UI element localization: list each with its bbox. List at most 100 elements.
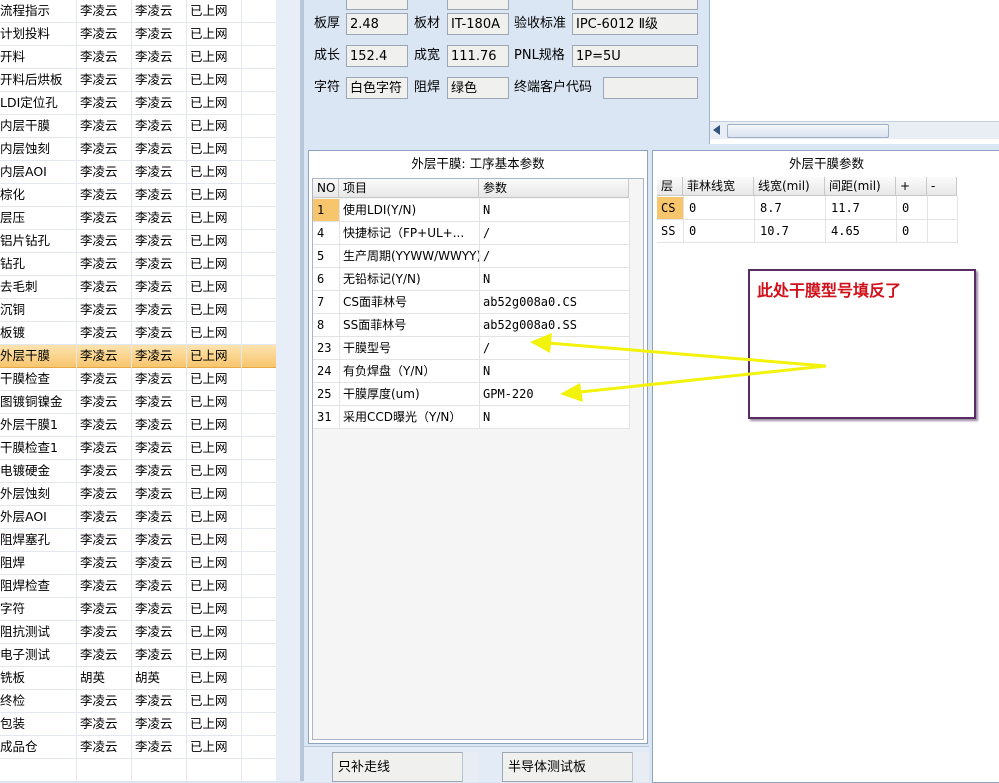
film-width-value: 0 — [689, 224, 697, 238]
char-field[interactable]: 白色字符 — [346, 77, 408, 99]
process-row[interactable]: 包装 李凌云 李凌云 已上网 — [0, 713, 276, 736]
film-layer: CS — [657, 197, 683, 219]
process-row[interactable]: 开料 李凌云 李凌云 已上网 — [0, 46, 276, 69]
operator-1: 李凌云 — [80, 417, 118, 432]
param-row[interactable]: 25 干膜厚度(um) GPM-220 — [313, 383, 629, 406]
process-row[interactable]: 开料后烘板 李凌云 李凌云 已上网 — [0, 69, 276, 92]
process-row[interactable]: 终检 李凌云 李凌云 已上网 — [0, 690, 276, 713]
process-row[interactable]: 外层干膜 李凌云 李凌云 已上网 — [0, 345, 276, 368]
param-row[interactable]: 7 CS面菲林号 ab52g008a0.CS — [313, 291, 629, 314]
process-row[interactable]: 钻孔 李凌云 李凌云 已上网 — [0, 253, 276, 276]
status: 已上网 — [190, 187, 228, 202]
process-row[interactable]: 铝片钻孔 李凌云 李凌云 已上网 — [0, 230, 276, 253]
splitter-panel[interactable] — [276, 0, 300, 781]
process-row[interactable]: 外层蚀刻 李凌云 李凌云 已上网 — [0, 483, 276, 506]
operator-2: 李凌云 — [135, 233, 173, 248]
remark-field-2-scrollbar[interactable] — [632, 752, 649, 782]
process-row[interactable]: 电镀硬金 李凌云 李凌云 已上网 — [0, 460, 276, 483]
width-field[interactable]: 111.76 — [447, 45, 509, 67]
operator-1: 李凌云 — [80, 279, 118, 294]
material-field[interactable]: IT-180A — [447, 13, 509, 35]
process-row[interactable]: 电子测试 李凌云 李凌云 已上网 — [0, 644, 276, 667]
col-header-spacing[interactable]: 间距(mil) — [825, 177, 896, 196]
operator-1: 李凌云 — [80, 72, 118, 87]
process-row[interactable]: 内层蚀刻 李凌云 李凌云 已上网 — [0, 138, 276, 161]
operator-2: 李凌云 — [135, 417, 173, 432]
process-row[interactable]: 棕化 李凌云 李凌云 已上网 — [0, 184, 276, 207]
process-row[interactable]: 去毛刺 李凌云 李凌云 已上网 — [0, 276, 276, 299]
param-value: N — [483, 364, 491, 378]
col-header-plus[interactable]: + — [896, 177, 927, 196]
col-header-film-width[interactable]: 菲林线宽 — [683, 177, 754, 196]
process-name: 外层干膜 — [0, 348, 51, 363]
col-header-no[interactable]: NO — [313, 179, 339, 198]
col-header-minus[interactable]: - — [927, 177, 957, 196]
process-row[interactable]: 阻焊塞孔 李凌云 李凌云 已上网 — [0, 529, 276, 552]
param-row[interactable]: 8 SS面菲林号 ab52g008a0.SS — [313, 314, 629, 337]
process-row[interactable]: 流程指示 李凌云 李凌云 已上网 — [0, 0, 276, 23]
param-row[interactable]: 23 干膜型号 / — [313, 337, 629, 360]
standard-field[interactable]: IPC-6012 Ⅱ级 — [572, 13, 698, 35]
param-row[interactable]: 1 使用LDI(Y/N) N — [313, 199, 629, 222]
remark-field-2[interactable]: 半导体测试板 — [502, 752, 649, 782]
remark-field-1[interactable]: 只补走线 — [332, 752, 479, 782]
process-row[interactable]: 字符 李凌云 李凌云 已上网 — [0, 598, 276, 621]
operator-1: 李凌云 — [80, 256, 118, 271]
grid-divider — [479, 198, 480, 429]
process-row[interactable]: LDI定位孔 李凌云 李凌云 已上网 — [0, 92, 276, 115]
param-row[interactable]: 5 生产周期(YYWW/WWYY) / — [313, 245, 629, 268]
col-header-layer[interactable]: 层 — [657, 177, 683, 196]
length-field[interactable]: 152.4 — [346, 45, 408, 67]
horizontal-scrollbar[interactable] — [710, 121, 999, 139]
process-row[interactable]: 阻焊 李凌云 李凌云 已上网 — [0, 552, 276, 575]
process-row[interactable]: 阻抗测试 李凌云 李凌云 已上网 — [0, 621, 276, 644]
col-header-param[interactable]: 参数 — [479, 179, 629, 198]
process-row[interactable]: 层压 李凌云 李凌云 已上网 — [0, 207, 276, 230]
operator-1: 李凌云 — [80, 348, 118, 363]
process-row[interactable]: 铣板 胡英 胡英 已上网 — [0, 667, 276, 690]
param-row[interactable]: 31 采用CCD曝光（Y/N） N — [313, 406, 629, 429]
param-item: 使用LDI(Y/N) — [343, 203, 417, 217]
mask-field[interactable]: 绿色 — [447, 77, 509, 99]
process-row[interactable]: 板镀 李凌云 李凌云 已上网 — [0, 322, 276, 345]
thickness-label: 板厚 — [314, 16, 341, 31]
param-item: 干膜厚度(um) — [343, 387, 420, 401]
param-no: 5 — [317, 249, 325, 263]
process-row[interactable]: 干膜检查 李凌云 李凌云 已上网 — [0, 368, 276, 391]
param-row[interactable]: 24 有负焊盘（Y/N） N — [313, 360, 629, 383]
process-name: 终检 — [0, 693, 26, 708]
remark-field-1-scrollbar[interactable] — [462, 752, 479, 782]
col-header-line-width[interactable]: 线宽(mil) — [754, 177, 825, 196]
process-row[interactable]: 沉铜 李凌云 李凌云 已上网 — [0, 299, 276, 322]
customer-code-field[interactable] — [603, 77, 698, 99]
thickness-field[interactable]: 2.48 — [346, 13, 408, 35]
film-row[interactable]: CS 0 8.7 11.7 0 — [657, 197, 957, 220]
process-row[interactable]: 成品仓 李凌云 李凌云 已上网 — [0, 736, 276, 759]
status: 已上网 — [190, 95, 228, 110]
param-row[interactable]: 6 无铅标记(Y/N) N — [313, 268, 629, 291]
film-row[interactable]: SS 0 10.7 4.65 0 — [657, 220, 957, 243]
param-no: 6 — [317, 272, 325, 286]
param-value: N — [483, 272, 491, 286]
param-value: N — [483, 203, 491, 217]
process-row[interactable]: 阻焊检查 李凌云 李凌云 已上网 — [0, 575, 276, 598]
status: 已上网 — [190, 141, 228, 156]
film-params-panel: 外层干膜参数 层 菲林线宽 线宽(mil) 间距(mil) + - CS 0 8.7… — [652, 150, 999, 783]
process-row[interactable]: 计划投料 李凌云 李凌云 已上网 — [0, 23, 276, 46]
operator-1: 李凌云 — [80, 233, 118, 248]
grid-divider — [896, 196, 897, 243]
scroll-left-icon[interactable] — [713, 125, 720, 135]
process-row[interactable]: 干膜检查1 李凌云 李凌云 已上网 — [0, 437, 276, 460]
process-row[interactable]: 外层AOI 李凌云 李凌云 已上网 — [0, 506, 276, 529]
scroll-thumb[interactable] — [727, 124, 889, 138]
param-value: ab52g008a0.SS — [483, 318, 577, 332]
process-row[interactable]: 外层干膜1 李凌云 李凌云 已上网 — [0, 414, 276, 437]
operator-2: 李凌云 — [135, 210, 173, 225]
process-row[interactable]: 图镀铜镍金 李凌云 李凌云 已上网 — [0, 391, 276, 414]
process-row[interactable]: 内层干膜 李凌云 李凌云 已上网 — [0, 115, 276, 138]
param-no: 1 — [313, 199, 339, 221]
process-row[interactable]: 内层AOI 李凌云 李凌云 已上网 — [0, 161, 276, 184]
pnl-field[interactable]: 1P=5U — [572, 45, 698, 67]
param-row[interactable]: 4 快捷标记（FP+UL+... / — [313, 222, 629, 245]
col-header-item[interactable]: 项目 — [339, 179, 479, 198]
